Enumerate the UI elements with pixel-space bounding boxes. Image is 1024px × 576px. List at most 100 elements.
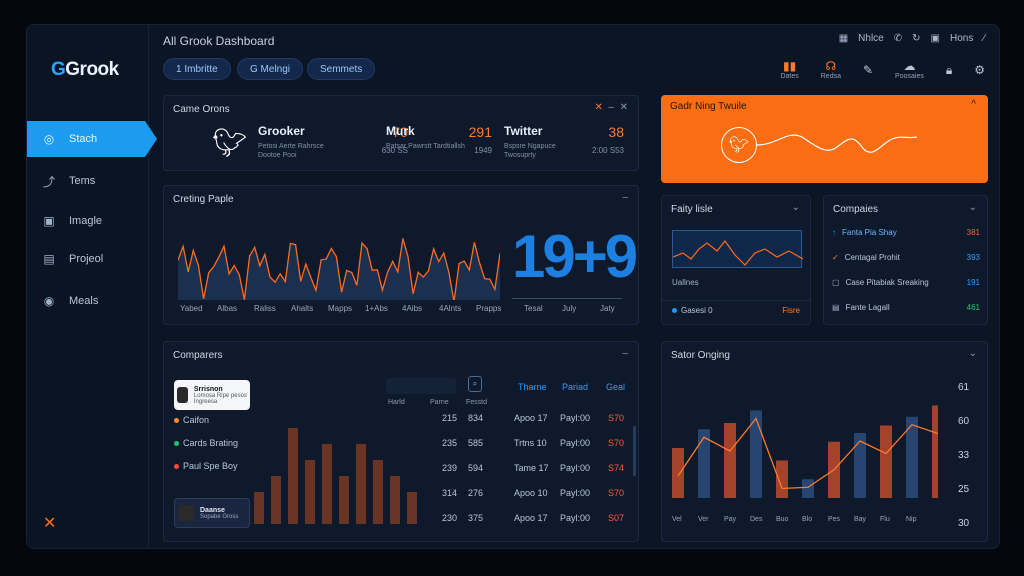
game-panel-title: Came Orons: [173, 104, 230, 115]
dates-button[interactable]: ▮▮ Dates: [780, 59, 798, 80]
search-input[interactable]: [386, 378, 456, 394]
chevron-down-icon[interactable]: ⌄: [792, 202, 800, 213]
sidebar-item-tems[interactable]: ⤴ Tems: [27, 163, 149, 199]
stack-icon: ◎: [43, 132, 55, 146]
filter-chip-3[interactable]: Semmets: [307, 58, 376, 80]
notice-icon[interactable]: ▦: [839, 33, 848, 44]
filter-icon[interactable]: ⌕: [468, 376, 482, 392]
faity-line: [672, 240, 804, 266]
image-icon: ▣: [43, 214, 55, 228]
legend-item: Cards Brating: [174, 438, 238, 448]
pen-button[interactable]: ✎: [863, 63, 873, 77]
list-item[interactable]: ✓ Centagal Prohit 393: [832, 253, 980, 262]
x-tick-label: Ahalts: [291, 304, 314, 313]
sidebar: GGrook ◎ Stach ⤴ Tems ▣ Imagle ▤ Projeol ◉ Me…: [27, 25, 157, 548]
x-tick-label: Tesal: [524, 304, 543, 313]
faity-chart-box: [672, 230, 804, 268]
scrollbar[interactable]: [633, 426, 636, 476]
avatar: [178, 505, 194, 521]
comparers-bar-chart: [254, 428, 417, 524]
collapse-icon[interactable]: –: [622, 192, 628, 203]
chevron-down-icon[interactable]: ⌄: [969, 348, 977, 359]
sator-line: [677, 417, 938, 490]
terms-icon: ⤴: [42, 174, 55, 189]
refresh-icon[interactable]: ↻: [912, 33, 920, 44]
y-tick-label: 25: [958, 484, 970, 495]
settings-button[interactable]: ⚙: [974, 63, 985, 77]
twitter-bird-icon: 🐦︎: [212, 127, 248, 158]
sator-chart: [672, 405, 938, 498]
pen-icon: ✎: [862, 62, 874, 77]
redsa-button[interactable]: ☊ Redsa: [821, 59, 841, 80]
legend-dot: [174, 417, 179, 423]
table-cell: Payl:00: [560, 413, 591, 423]
bar: [776, 460, 788, 498]
collapse-icon[interactable]: ^: [971, 99, 976, 110]
faity-panel-title: Faity lisle: [671, 204, 713, 215]
home-icon[interactable]: ▣: [931, 33, 940, 44]
collapse-icon[interactable]: –: [622, 348, 628, 359]
creating-panel: Creting Paple – 19+9 Yabed Albas Raliss Aha…: [163, 185, 639, 325]
companies-panel: Compaies ⌄ ↑ Fanta Pia Shay 381 ✓ Centagal …: [823, 195, 988, 325]
close-icon[interactable]: ✕: [43, 513, 56, 533]
bar: [305, 460, 315, 524]
chevron-down-icon[interactable]: ⌄: [969, 202, 977, 213]
service-murk[interactable]: Murk 291 Patsar Pawrstt Tardtiallsh 1949: [386, 124, 492, 155]
x-tick-label: Blo: [802, 516, 813, 523]
column-header[interactable]: Geal: [606, 382, 625, 392]
sidebar-item-stach[interactable]: ◎ Stach: [27, 121, 157, 157]
y-tick-label: 61: [958, 382, 970, 393]
column-header[interactable]: Pariad: [562, 382, 588, 392]
column-header[interactable]: Tharne: [518, 382, 547, 392]
x-tick-label: 4Aibs: [402, 304, 423, 313]
twitter-bird-icon: 🐦︎: [721, 127, 757, 163]
table-cell: 585: [468, 438, 484, 448]
list-item[interactable]: ↑ Fanta Pia Shay 381: [832, 228, 980, 237]
phone-icon[interactable]: ✆: [894, 33, 902, 44]
x-tick-label: Pay: [724, 516, 737, 523]
table-cell: Apoo 17: [514, 413, 548, 423]
filter-chip-2[interactable]: G Melngi: [237, 58, 304, 80]
poosaies-button[interactable]: ☁ Poosaies: [895, 59, 924, 80]
list-item[interactable]: ▤ Fante Lagall 461: [832, 303, 980, 312]
box-icon: ▢: [832, 278, 840, 287]
notice-label[interactable]: Nhlce: [858, 33, 884, 44]
profile-card[interactable]: Daanse Sopabe Gross: [174, 498, 250, 528]
table-cell: 375: [468, 513, 484, 523]
sidebar-item-meals[interactable]: ◉ Meals: [27, 283, 149, 319]
table-cell: Payl:00: [560, 513, 591, 523]
profile-card[interactable]: Srrisnon Lomosa Ripe pesos Ingreesa: [174, 380, 250, 410]
home-label[interactable]: Hons: [950, 33, 973, 44]
faity-foot: Gasesi 0: [672, 306, 713, 315]
x-tick-label: Ver: [698, 516, 709, 523]
game-panel: Came Orons ✕ – ✕ 🐦︎ Grooker 70 Petosi Ae…: [163, 95, 639, 171]
legend-item: Paul Spe Boy: [174, 461, 238, 471]
table-cell: 215: [442, 413, 458, 423]
table-cell: Apoo 17: [514, 513, 548, 523]
sidebar-item-projeol[interactable]: ▤ Projeol: [27, 241, 149, 277]
x-tick-label: Raliss: [254, 304, 276, 313]
sator-panel: Sator Onging ⌄ 61 60 33 25 30 Vel Ver Pay Des Bu…: [661, 341, 988, 542]
table-cell: Payl:00: [560, 463, 591, 473]
toolbar: ▮▮ Dates ☊ Redsa ✎ ☁ Poosaies 🔒︎ ⚙: [780, 59, 985, 80]
filter-chip-1[interactable]: 1 Imbritte: [163, 58, 231, 80]
x-tick-label: Albas: [217, 304, 238, 313]
x-tick-label: Vel: [672, 516, 682, 523]
edit-icon[interactable]: ⁄: [983, 33, 985, 44]
list-item[interactable]: ▢ Case Pitabiak Sreaking 191: [832, 278, 980, 287]
sub-header: Fesstd: [466, 399, 488, 406]
y-tick-label: 60: [958, 416, 970, 427]
table-cell: S74: [608, 463, 625, 473]
gear-icon: ⚙: [974, 62, 985, 77]
faity-label: Uallnes: [672, 278, 699, 287]
project-icon: ▤: [43, 252, 55, 266]
bar: [288, 428, 298, 524]
lock-button[interactable]: 🔒︎: [946, 63, 952, 77]
page-title: All Grook Dashboard: [163, 34, 275, 48]
service-twitter[interactable]: Twitter 38 Bspsre Ngapuce Twosuprty 2:00…: [504, 124, 624, 160]
sub-header: Harld: [388, 399, 405, 406]
panel-controls[interactable]: ✕ – ✕: [595, 102, 628, 113]
sidebar-item-imagle[interactable]: ▣ Imagle: [27, 203, 149, 239]
x-tick-label: Bay: [854, 516, 867, 523]
headset-icon: ☊: [825, 59, 837, 73]
